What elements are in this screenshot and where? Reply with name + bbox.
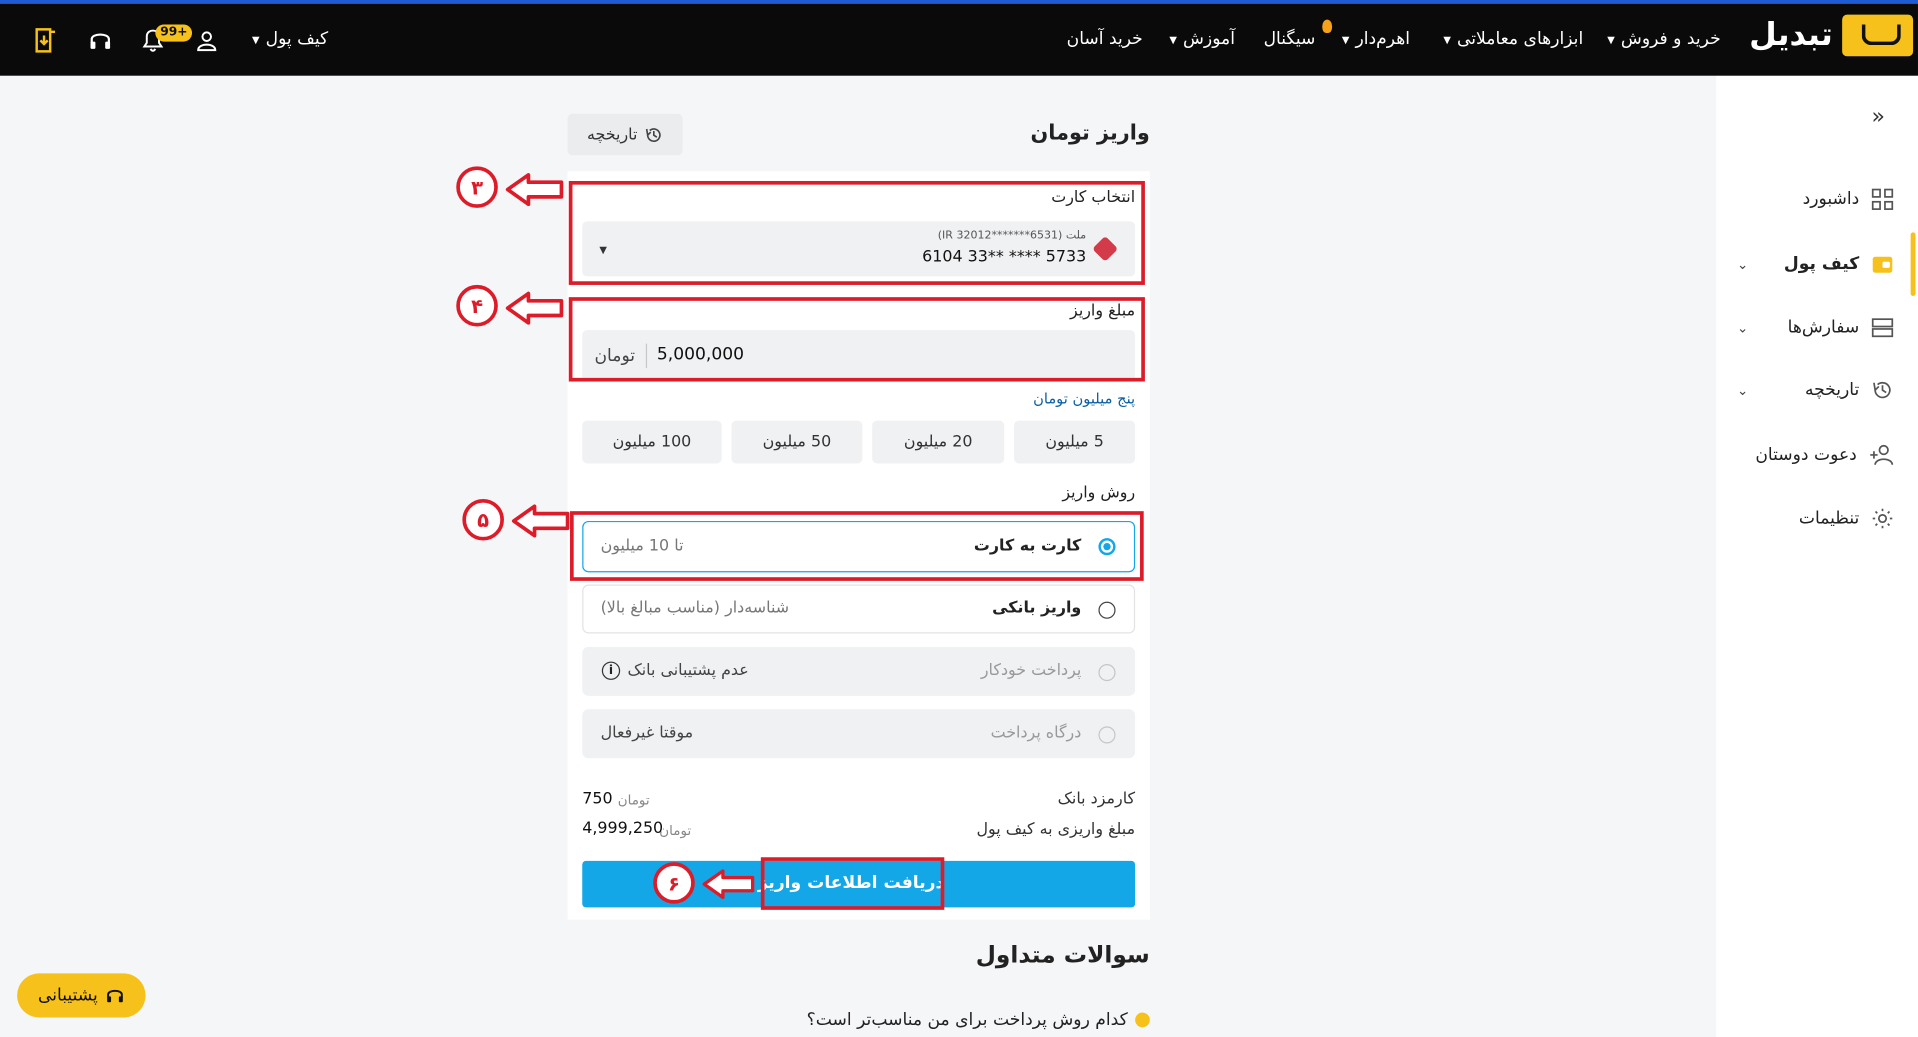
- annotation-step-5: ۵: [462, 498, 504, 541]
- net-label: مبلغ واریزی به کیف پول: [976, 820, 1136, 839]
- caret-down-icon: ▼: [1169, 33, 1177, 45]
- caret-down-icon: ▼: [251, 33, 260, 45]
- orders-icon: [1871, 318, 1894, 338]
- caret-down-icon: ▼: [1341, 33, 1350, 45]
- annotation-step-6: ۶: [653, 862, 695, 904]
- sidebar-item-label: سفارش‌ها: [1787, 317, 1860, 338]
- method-name: واریز بانکی: [992, 599, 1082, 618]
- nav-label: سیگنال: [1263, 29, 1316, 49]
- faq-question[interactable]: کدام روش پرداخت برای من مناسب‌تر است؟: [734, 1010, 1150, 1030]
- grid-icon: [1871, 188, 1894, 210]
- chevron-down-icon[interactable]: ⌄: [1737, 320, 1748, 336]
- method-label: روش واریز: [1062, 484, 1136, 503]
- collapse-sidebar-icon[interactable]: »: [1871, 104, 1884, 130]
- history-button-label: تاریخچه: [587, 125, 638, 144]
- notification-badge: 99+: [155, 24, 193, 42]
- add-user-icon: [1870, 444, 1894, 465]
- chevron-down-icon[interactable]: ⌄: [1737, 257, 1748, 273]
- sidebar-item-label: دعوت دوستان: [1755, 445, 1857, 465]
- method-name: پرداخت خودکار: [980, 661, 1082, 680]
- wallet-menu[interactable]: کیف پول ▼: [252, 29, 328, 49]
- sidebar-item-invite[interactable]: دعوت دوستان: [1755, 444, 1894, 466]
- nav-easy-buy[interactable]: خرید آسان: [1067, 29, 1143, 49]
- nav-education[interactable]: آموزش ▼: [1169, 29, 1235, 49]
- net-value: 4,999,250: [582, 819, 664, 838]
- net-unit: تومان: [659, 823, 692, 839]
- fire-icon: [1322, 19, 1333, 34]
- nav-trading-tools[interactable]: ابزارهای معاملاتی ▼: [1443, 29, 1583, 49]
- headset-icon[interactable]: [88, 28, 112, 52]
- radio-disabled: [1098, 664, 1116, 682]
- nav-label: اهرم‌دار: [1355, 29, 1411, 49]
- annotation-arrow-icon: [505, 173, 564, 207]
- info-icon[interactable]: i: [601, 661, 621, 680]
- method-note: عدم پشتیبانی بانک: [627, 661, 749, 680]
- annotation-box-card: [568, 180, 1145, 285]
- annotation-box-submit: [760, 857, 945, 910]
- sidebar-item-label: تاریخچه: [1804, 380, 1860, 400]
- annotation-box-amount: [568, 297, 1145, 382]
- sidebar-item-orders[interactable]: سفارش‌ها: [1788, 317, 1894, 339]
- sidebar-item-label: داشبورد: [1802, 189, 1860, 210]
- amount-in-words: پنج میلیون تومان: [1033, 390, 1136, 408]
- sidebar-item-label: تنظیمات: [1798, 508, 1860, 529]
- fee-label: کارمزد بانک: [1057, 789, 1136, 809]
- radio-disabled: [1098, 726, 1116, 744]
- sidebar-scroll-indicator[interactable]: [1910, 232, 1916, 296]
- caret-down-icon: ▼: [1443, 33, 1451, 45]
- sidebar-item-label: کیف پول: [1783, 254, 1860, 274]
- nav-signal[interactable]: سیگنال: [1264, 29, 1316, 49]
- brand-logo[interactable]: تبدیل: [1749, 14, 1914, 57]
- sidebar-item-wallet[interactable]: کیف پول: [1784, 253, 1894, 275]
- annotation-arrow-icon: [505, 291, 564, 325]
- method-name: درگاه پرداخت: [990, 723, 1082, 743]
- annotation-box-method: [570, 511, 1144, 581]
- wallet-icon: [1872, 256, 1893, 273]
- annotation-arrow-icon: [702, 869, 755, 900]
- chevron-down-icon[interactable]: ⌄: [1737, 383, 1748, 399]
- radio-unselected[interactable]: [1098, 601, 1116, 619]
- plus-circle-icon: [1135, 1012, 1150, 1028]
- nav-label: خرید و فروش: [1620, 29, 1721, 49]
- faq-question-text: کدام روش پرداخت برای من مناسب‌تر است؟: [806, 1010, 1128, 1030]
- support-button[interactable]: پشتیبانی: [17, 973, 146, 1018]
- annotation-step-4: ۴: [456, 284, 498, 327]
- nav-label: آموزش: [1183, 29, 1235, 49]
- fee-value: 750: [582, 789, 613, 809]
- gear-icon: [1872, 508, 1893, 529]
- caret-down-icon: ▼: [1607, 33, 1615, 45]
- nav-leverage[interactable]: اهرم‌دار ▼: [1342, 29, 1410, 49]
- fee-unit: تومان: [617, 792, 650, 809]
- logo-icon: [1842, 14, 1914, 57]
- sidebar: [1716, 75, 1918, 1037]
- nav-label: ابزارهای معاملاتی: [1457, 29, 1584, 49]
- annotation-arrow-icon: [511, 504, 570, 538]
- sidebar-item-settings[interactable]: تنظیمات: [1799, 508, 1894, 530]
- annotation-step-3: ۳: [456, 166, 498, 208]
- sidebar-item-history[interactable]: تاریخچه: [1805, 379, 1894, 401]
- method-note: موقتا غیرفعال: [600, 723, 694, 743]
- faq-title: سوالات متداول: [975, 941, 1150, 969]
- headset-icon: [107, 989, 123, 1003]
- wallet-menu-label: کیف پول: [265, 29, 329, 49]
- page-title: واریز تومان: [1030, 121, 1150, 146]
- preset-100m-button[interactable]: 100 میلیون: [582, 420, 722, 464]
- history-icon: [646, 127, 661, 142]
- brand-name: تبدیل: [1749, 17, 1833, 54]
- preset-5m-button[interactable]: 5 میلیون: [1014, 420, 1136, 464]
- history-icon: [1873, 381, 1891, 399]
- nav-label: خرید آسان: [1066, 29, 1143, 49]
- method-note: شناسه‌دار (مناسب مبالغ بالا): [600, 599, 790, 618]
- history-button[interactable]: تاریخچه: [567, 113, 683, 156]
- preset-20m-button[interactable]: 20 میلیون: [872, 420, 1005, 464]
- preset-50m-button[interactable]: 50 میلیون: [731, 420, 863, 464]
- user-icon[interactable]: [196, 29, 218, 52]
- nav-buy-sell[interactable]: خرید و فروش ▼: [1607, 29, 1720, 49]
- support-button-label: پشتیبانی: [37, 985, 98, 1006]
- mobile-download-icon[interactable]: [33, 24, 57, 56]
- sidebar-item-dashboard[interactable]: داشبورد: [1803, 188, 1894, 210]
